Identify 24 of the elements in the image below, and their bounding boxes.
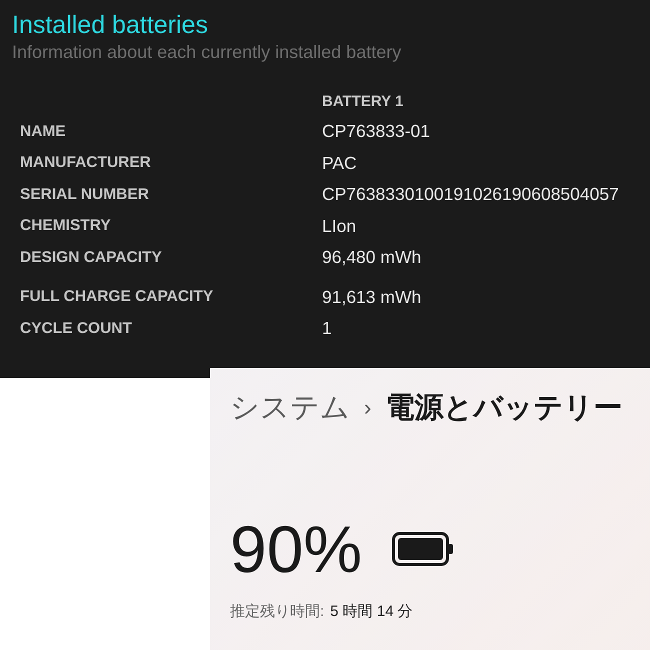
field-label: FULL CHARGE CAPACITY bbox=[20, 288, 214, 306]
field-value: 96,480 mWh bbox=[322, 247, 422, 268]
report-title: Installed batteries bbox=[12, 10, 209, 40]
field-label: SERIAL NUMBER bbox=[20, 186, 149, 204]
breadcrumb-item: 電源とバッテリー bbox=[385, 391, 622, 426]
field-value: CP7638330100191026190608504057 bbox=[322, 184, 619, 206]
battery-percent: 90% bbox=[230, 514, 362, 584]
field-label: DESIGN CAPACITY bbox=[20, 248, 162, 267]
field-label: CYCLE COUNT bbox=[20, 320, 132, 338]
chevron-separator: › bbox=[364, 395, 372, 421]
field-value: 1 bbox=[322, 318, 332, 340]
estimate-value: 5 時間 14 分 bbox=[330, 602, 413, 621]
field-value: CP763833-01 bbox=[322, 121, 430, 142]
report-subtitle: Information about each currently installed battery bbox=[12, 41, 402, 64]
field-label: CHEMISTRY bbox=[20, 217, 111, 236]
field-value: PAC bbox=[322, 152, 357, 174]
field-value: 91,613 mWh bbox=[322, 286, 422, 308]
breadcrumb-item[interactable]: システム bbox=[230, 388, 350, 428]
column-header: BATTERY 1 bbox=[322, 92, 404, 112]
field-value: LIon bbox=[322, 216, 356, 237]
field-label: NAME bbox=[20, 122, 66, 141]
field-label: MANUFACTURER bbox=[20, 154, 151, 172]
battery-icon bbox=[392, 532, 454, 566]
estimate-label: 推定残り時間: bbox=[230, 602, 324, 621]
